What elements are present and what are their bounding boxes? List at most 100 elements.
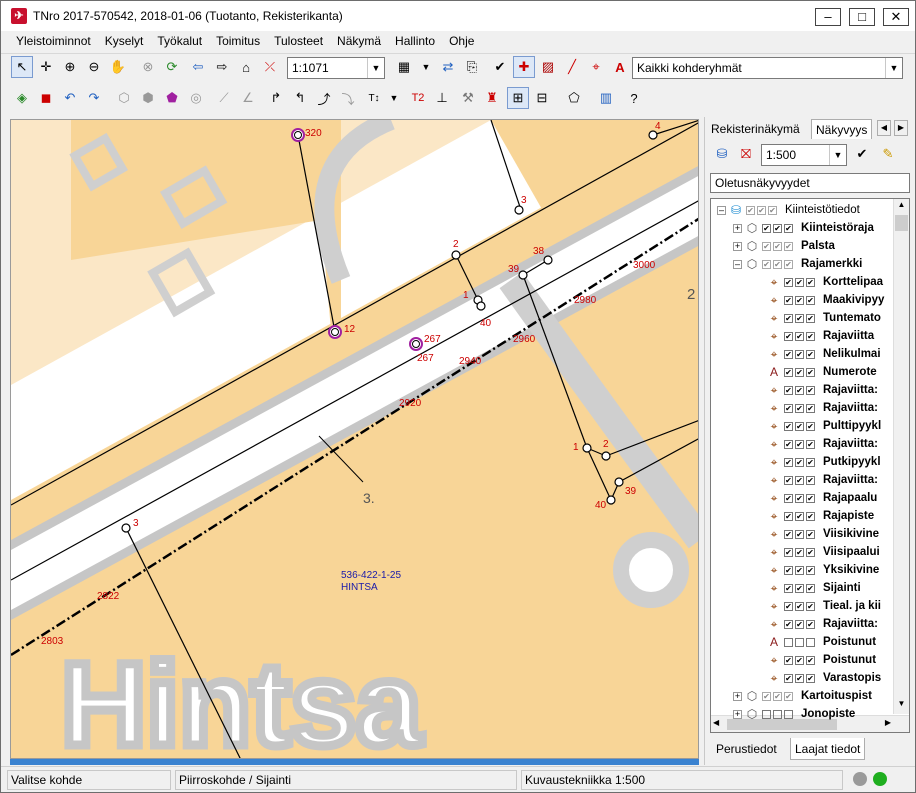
visibility-checkbox[interactable]: ✔ [784,565,793,575]
map-canvas[interactable]: Hintsa 320 4 3 2 38 39 3000 1 2980 12 26… [10,119,699,759]
boundary-point[interactable] [614,477,624,487]
tree-row[interactable]: ⌖ ✔ ✔ ✔ Putkipyykl [755,453,881,471]
scroll-up-icon[interactable]: ▲ [895,200,908,214]
tab-scroll-left-icon[interactable]: ◀ [877,120,891,136]
boundary-point[interactable] [514,205,524,215]
visibility-checkbox[interactable]: ✔ [806,673,815,683]
tree-row[interactable]: ⌖ ✔ ✔ ✔ Tuntemato [755,309,881,327]
fire-extinguisher-icon[interactable]: ♜ [481,87,503,109]
visibility-checkbox[interactable]: ✔ [784,529,793,539]
menu-hallinto[interactable]: Hallinto [388,34,442,48]
visibility-checkbox[interactable]: ✔ [806,439,815,449]
expand-icon[interactable]: + [733,709,742,719]
visibility-checkbox[interactable]: ✔ [806,493,815,503]
visibility-checkbox[interactable]: ✔ [762,223,771,233]
visibility-checkbox[interactable]: ✔ [806,313,815,323]
tree-row[interactable]: ⌖ ✔ ✔ ✔ Yksikivine [755,561,880,579]
scroll-left-icon[interactable]: ◀ [713,718,719,727]
visibility-checkbox[interactable]: ✔ [795,457,804,467]
tree-row[interactable]: ⌖ ✔ ✔ ✔ Rajaviitta: [755,615,878,633]
visibility-checkbox[interactable]: ✔ [784,403,793,413]
chevron-down-icon[interactable]: ▼ [415,56,437,78]
visibility-checkbox[interactable]: ✔ [773,241,782,251]
visibility-checkbox[interactable]: ✔ [795,547,804,557]
visibility-checkbox[interactable]: ✔ [773,223,782,233]
tree-row[interactable]: + ⬡ ✔ ✔ ✔ Kiinteistöraja [733,219,874,237]
tree-row[interactable]: ⌖ ✔ ✔ ✔ Rajapiste [755,507,875,525]
hatch-icon[interactable]: ▨ [537,56,559,78]
tree-row[interactable]: ⌖ ✔ ✔ ✔ Tieal. ja kii [755,597,881,615]
back-arrow-icon[interactable]: ⇦ [187,56,209,78]
visibility-checkbox[interactable] [762,709,771,719]
visibility-checkbox[interactable]: ✔ [806,619,815,629]
visibility-checkbox[interactable]: ✔ [795,421,804,431]
tab-nakyvyys[interactable]: Näkyvyys [811,119,873,139]
tree-row[interactable]: ⌖ ✔ ✔ ✔ Rajaviitta: [755,399,878,417]
text-size-icon[interactable]: T↕ [363,87,385,109]
t2-button[interactable]: T2 [407,87,429,109]
refresh-icon[interactable]: ⟳ [161,56,183,78]
scroll-right-icon[interactable]: ▶ [885,718,891,727]
visibility-checkbox[interactable]: ✔ [784,457,793,467]
tree-row[interactable]: ⌖ ✔ ✔ ✔ Rajaviitta [755,327,875,345]
layer-tree[interactable]: ▲ ▼ ◀ ▶ – ⛁ ✔ ✔ ✔ Kiinteistötiedot + ⬡ ✔ ✔ ✔ Kiinte… [710,198,910,733]
visibility-checkbox[interactable]: ✔ [795,601,804,611]
visibility-checkbox[interactable]: ✔ [784,331,793,341]
maximize-button[interactable]: □ [849,8,875,26]
boundary-point[interactable] [476,301,486,311]
visibility-checkbox[interactable]: ✔ [806,547,815,557]
visibility-checkbox[interactable]: ✔ [795,673,804,683]
visibility-checkbox[interactable]: ✔ [795,439,804,449]
line-draw-icon[interactable]: ╱ [561,56,583,78]
tree-row[interactable]: ⌖ ✔ ✔ ✔ Rajaviitta: [755,435,878,453]
default-visibility-field[interactable]: Oletusnäkyvyydet [710,173,910,193]
tree-row[interactable]: – ⛁ ✔ ✔ ✔ Kiinteistötiedot [717,201,860,219]
menu-toimitus[interactable]: Toimitus [209,34,267,48]
tab-rekisterinakyma[interactable]: Rekisterinäkymä [707,119,804,139]
visibility-checkbox[interactable]: ✔ [773,691,782,701]
zoom-extent-icon[interactable]: ⤫ [259,56,281,78]
crosshair-icon[interactable]: ⌖ [585,56,607,78]
select-arrow-icon[interactable]: ↖ [11,56,33,78]
expand-icon[interactable]: + [733,241,742,251]
chevron-down-icon[interactable]: ▼ [383,87,405,109]
swap-icon[interactable]: ⇄ [437,56,459,78]
chevron-down-icon[interactable]: ▼ [829,145,846,165]
visibility-checkbox[interactable]: ✔ [762,691,771,701]
visibility-checkbox[interactable]: ✔ [784,259,793,269]
stop-icon[interactable]: ⊗ [137,56,159,78]
visibility-checkbox[interactable]: ✔ [784,439,793,449]
chevron-down-icon[interactable]: ▼ [367,58,384,78]
tree-row[interactable]: ⌖ ✔ ✔ ✔ Rajaviitta: [755,471,878,489]
visibility-checkbox[interactable]: ✔ [806,583,815,593]
text-tool-icon[interactable]: A [609,56,631,78]
home-icon[interactable]: ⌂ [235,56,257,78]
visibility-checkbox[interactable]: ✔ [806,349,815,359]
undo-icon[interactable]: ↶ [59,87,81,109]
visibility-checkbox[interactable]: ✔ [795,349,804,359]
visibility-checkbox[interactable]: ✔ [784,511,793,521]
tree-row[interactable]: ⌖ ✔ ✔ ✔ Sijainti [755,579,861,597]
visibility-checkbox[interactable]: ✔ [806,457,815,467]
visibility-checkbox[interactable]: ✔ [784,619,793,629]
grid-split-icon[interactable]: ⊞ [507,87,529,109]
point-two-icon[interactable]: ↰ [289,87,311,109]
visibility-checkbox[interactable]: ✔ [795,277,804,287]
visibility-checkbox[interactable] [795,637,804,647]
visibility-checkbox[interactable]: ✔ [784,421,793,431]
tab-scroll-right-icon[interactable]: ▶ [894,120,908,136]
delete-db-icon[interactable]: ◼ [35,87,57,109]
point-three-icon[interactable]: ⤴ [313,87,335,109]
scroll-down-icon[interactable]: ▼ [895,699,908,713]
visibility-checkbox[interactable]: ✔ [784,673,793,683]
layout-icon[interactable]: ▥ [595,87,617,109]
tree-row[interactable]: A Poistunut [755,633,876,651]
add-text-icon[interactable]: ✚ [513,56,535,78]
boundary-point[interactable] [412,340,420,348]
menu-yleistoiminnot[interactable]: Yleistoiminnot [9,34,98,48]
help-icon[interactable]: ? [623,87,645,109]
visibility-checkbox[interactable]: ✔ [762,241,771,251]
target-group-combo[interactable]: Kaikki kohderyhmät ▼ [632,57,903,79]
tree-row[interactable]: ⌖ ✔ ✔ ✔ Rajapaalu [755,489,878,507]
visibility-checkbox[interactable]: ✔ [784,277,793,287]
